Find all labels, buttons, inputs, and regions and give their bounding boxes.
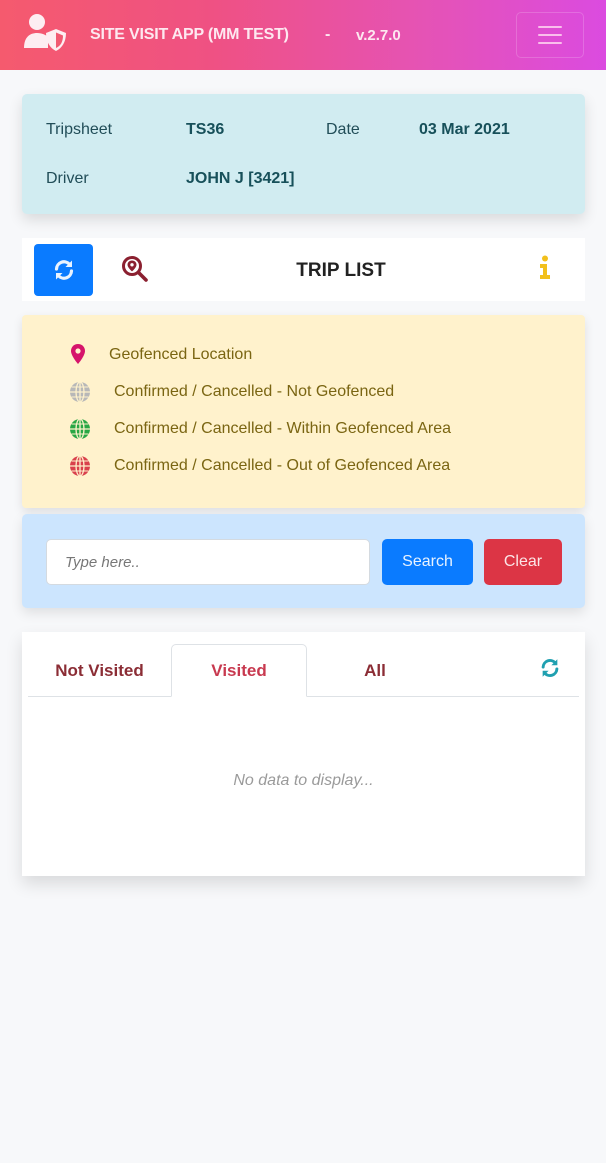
hamburger-line: [538, 42, 562, 44]
driver-value: JOHN J [3421]: [186, 170, 295, 187]
app-version: v.2.7.0: [356, 27, 401, 44]
hamburger-menu-icon: [538, 26, 562, 28]
tripsheet-value: TS36: [186, 121, 225, 138]
tab-not-visited[interactable]: Not Visited: [42, 644, 157, 697]
info-icon[interactable]: [538, 255, 552, 281]
app-header: SITE VISIT APP (MM TEST) - v.2.7.0: [0, 0, 606, 70]
map-marker-icon: [71, 344, 85, 364]
title-separator: -: [325, 26, 331, 43]
hamburger-line: [538, 34, 562, 36]
tab-visited[interactable]: Visited: [171, 644, 307, 697]
search-input[interactable]: [46, 539, 370, 585]
legend-label: Geofenced Location: [109, 346, 253, 363]
search-button[interactable]: Search: [382, 539, 473, 585]
globe-icon: [70, 381, 90, 403]
user-shield-icon: [24, 14, 66, 51]
empty-state-message: No data to display...: [233, 772, 374, 789]
trip-list-title: TRIP LIST: [296, 260, 386, 281]
hamburger-menu-button[interactable]: [516, 12, 584, 58]
legend-label: Confirmed / Cancelled - Out of Geofenced…: [114, 457, 451, 474]
tripsheet-label: Tripsheet: [46, 121, 113, 138]
tripsheet-info-card: Tripsheet TS36 Date 03 Mar 2021 Driver J…: [22, 94, 585, 214]
clear-button[interactable]: Clear: [484, 539, 562, 585]
date-label: Date: [326, 121, 360, 138]
legend-label: Confirmed / Cancelled - Not Geofenced: [114, 383, 395, 400]
globe-icon: [70, 455, 90, 477]
trip-list-panel: Not Visited Visited All No data to displ…: [22, 632, 585, 876]
search-panel: Search Clear: [22, 514, 585, 608]
app-title: SITE VISIT APP (MM TEST): [90, 26, 289, 43]
sync-icon[interactable]: [539, 657, 561, 679]
geofence-legend: Geofenced Location Confirmed / Cancelled…: [22, 315, 585, 508]
legend-label: Confirmed / Cancelled - Within Geofenced…: [114, 420, 452, 437]
driver-label: Driver: [46, 170, 89, 187]
date-value: 03 Mar 2021: [419, 121, 510, 138]
globe-icon: [70, 418, 90, 440]
trip-list-toolbar: TRIP LIST: [22, 238, 585, 301]
tab-all[interactable]: All: [342, 644, 408, 697]
